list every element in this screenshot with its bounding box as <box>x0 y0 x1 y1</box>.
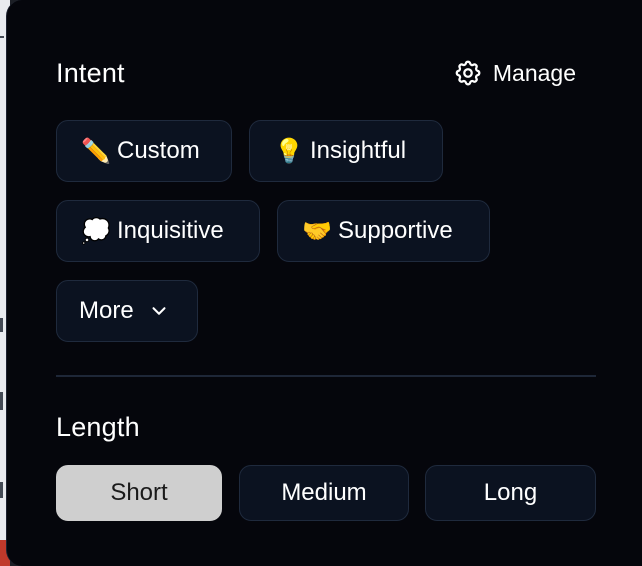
intent-chip-inquisitive[interactable]: 💭 Inquisitive <box>56 200 260 262</box>
intent-chip-insightful[interactable]: 💡 Insightful <box>249 120 443 182</box>
more-intents-dropdown[interactable]: More <box>56 280 198 342</box>
section-divider <box>56 375 596 377</box>
background-glyph <box>0 318 3 332</box>
intent-chip-custom[interactable]: ✏️ Custom <box>56 120 232 182</box>
intent-chip-label: Supportive <box>338 217 453 244</box>
thought-bubble-icon: 💭 <box>81 217 111 245</box>
length-heading: Length <box>56 412 140 442</box>
more-label: More <box>79 297 134 324</box>
intent-chip-label: Insightful <box>310 137 407 164</box>
chevron-down-icon <box>148 300 170 322</box>
manage-button[interactable]: Manage <box>453 58 576 88</box>
intent-heading: Intent <box>56 58 125 88</box>
manage-label: Manage <box>492 59 576 86</box>
background-glyph <box>0 482 3 498</box>
handshake-icon: 🤝 <box>302 217 332 245</box>
reply-options-popover: Intent Manage ✏️ Custom 💡 Insightful 💭 I… <box>6 0 642 566</box>
length-option-long[interactable]: Long <box>425 465 596 521</box>
background-glyph <box>0 392 3 410</box>
background-divider <box>0 36 4 38</box>
intent-chip-label: Custom <box>117 137 200 164</box>
length-option-short[interactable]: Short <box>56 465 222 521</box>
intent-chip-label: Inquisitive <box>117 217 224 244</box>
intent-chip-supportive[interactable]: 🤝 Supportive <box>277 200 490 262</box>
length-option-medium[interactable]: Medium <box>239 465 409 521</box>
gear-icon <box>453 58 483 88</box>
pencil-icon: ✏️ <box>81 137 111 165</box>
lightbulb-icon: 💡 <box>274 137 304 165</box>
